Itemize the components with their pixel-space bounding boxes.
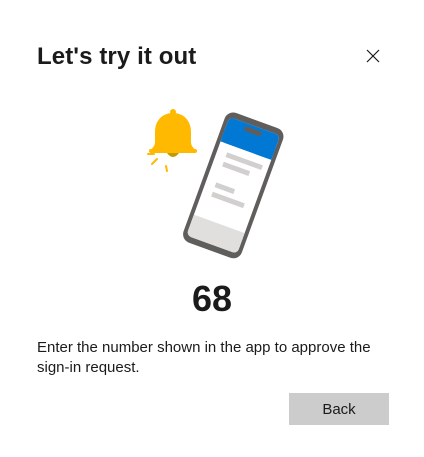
authenticator-dialog: Let's try it out 68 Enter the number sho… [0, 0, 424, 457]
instructions-text: Enter the number shown in the app to app… [37, 339, 371, 376]
bell-icon [147, 109, 197, 172]
dialog-title: Let's try it out [37, 43, 197, 70]
back-button[interactable]: Back [289, 393, 389, 425]
verification-number: 68 [191, 278, 233, 319]
phone-icon [183, 112, 284, 259]
close-icon [366, 49, 380, 63]
close-button[interactable] [360, 43, 386, 69]
notification-illustration [140, 98, 286, 264]
